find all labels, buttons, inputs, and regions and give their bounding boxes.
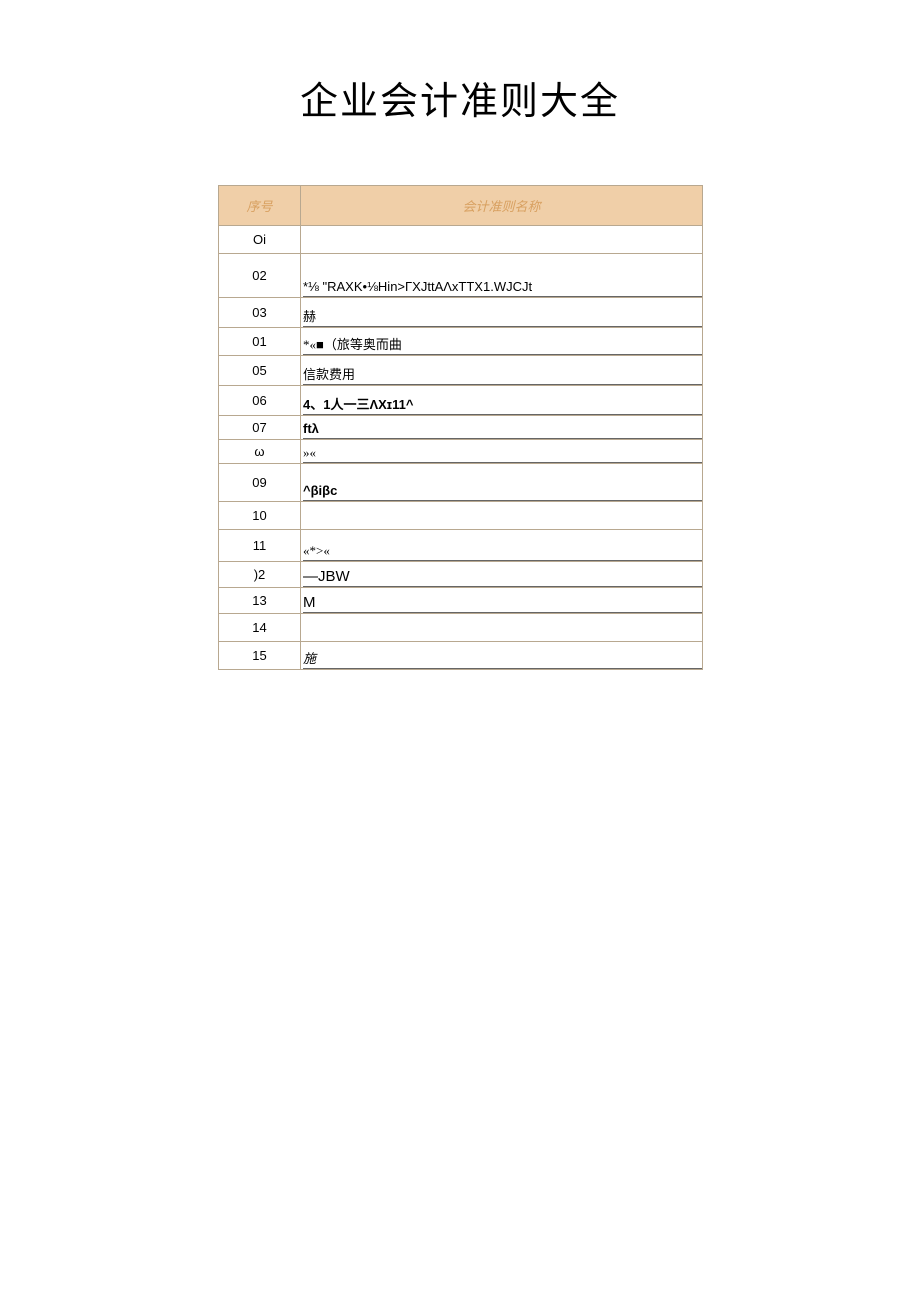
table-row: 05 信款费用 [219, 356, 703, 386]
table-row: 01 *«■（旅等奥而曲 [219, 328, 703, 356]
table-row: 07 ftλ [219, 416, 703, 440]
table-row: 15 施 [219, 642, 703, 670]
cell-seq: 02 [219, 254, 301, 298]
cell-name: ^βiβc [301, 464, 703, 502]
cell-seq: Oi [219, 226, 301, 254]
cell-seq: ω [219, 440, 301, 464]
table-container: 序号 会计准则名称 Oi 02 *⅛ "RAXK•⅛Hin>ΓXJttAΛxTT… [218, 185, 702, 670]
table-row: 13 M [219, 588, 703, 614]
standards-table: 序号 会计准则名称 Oi 02 *⅛ "RAXK•⅛Hin>ΓXJttAΛxTT… [218, 185, 703, 670]
table-row: 09 ^βiβc [219, 464, 703, 502]
cell-seq: 09 [219, 464, 301, 502]
table-row: ω »« [219, 440, 703, 464]
cell-seq: 06 [219, 386, 301, 416]
cell-name: 赫 [301, 298, 703, 328]
header-name: 会计准则名称 [301, 186, 703, 226]
table-row: 06 4、1人一三ΛXɪ11^ [219, 386, 703, 416]
cell-name: 施 [301, 642, 703, 670]
page-title: 企业会计准则大全 [0, 0, 920, 185]
cell-name: *«■（旅等奥而曲 [301, 328, 703, 356]
table-header-row: 序号 会计准则名称 [219, 186, 703, 226]
table-row: 03 赫 [219, 298, 703, 328]
table-row: Oi [219, 226, 703, 254]
table-row: 10 [219, 502, 703, 530]
cell-name [301, 226, 703, 254]
cell-name [301, 502, 703, 530]
cell-seq: )2 [219, 562, 301, 588]
cell-name: «*>« [301, 530, 703, 562]
cell-seq: 01 [219, 328, 301, 356]
cell-seq: 10 [219, 502, 301, 530]
cell-name: 信款费用 [301, 356, 703, 386]
cell-seq: 11 [219, 530, 301, 562]
cell-name: 4、1人一三ΛXɪ11^ [301, 386, 703, 416]
cell-name: ftλ [301, 416, 703, 440]
cell-seq: 13 [219, 588, 301, 614]
cell-name [301, 614, 703, 642]
cell-seq: 03 [219, 298, 301, 328]
table-row: 11 «*>« [219, 530, 703, 562]
table-row: )2 —JBW [219, 562, 703, 588]
table-row: 14 [219, 614, 703, 642]
cell-seq: 05 [219, 356, 301, 386]
cell-name: *⅛ "RAXK•⅛Hin>ΓXJttAΛxTTX1.WJCJt [301, 254, 703, 298]
header-seq: 序号 [219, 186, 301, 226]
cell-name: —JBW [301, 562, 703, 588]
cell-seq: 14 [219, 614, 301, 642]
cell-seq: 15 [219, 642, 301, 670]
cell-seq: 07 [219, 416, 301, 440]
table-row: 02 *⅛ "RAXK•⅛Hin>ΓXJttAΛxTTX1.WJCJt [219, 254, 703, 298]
cell-name: M [301, 588, 703, 614]
cell-name: »« [301, 440, 703, 464]
